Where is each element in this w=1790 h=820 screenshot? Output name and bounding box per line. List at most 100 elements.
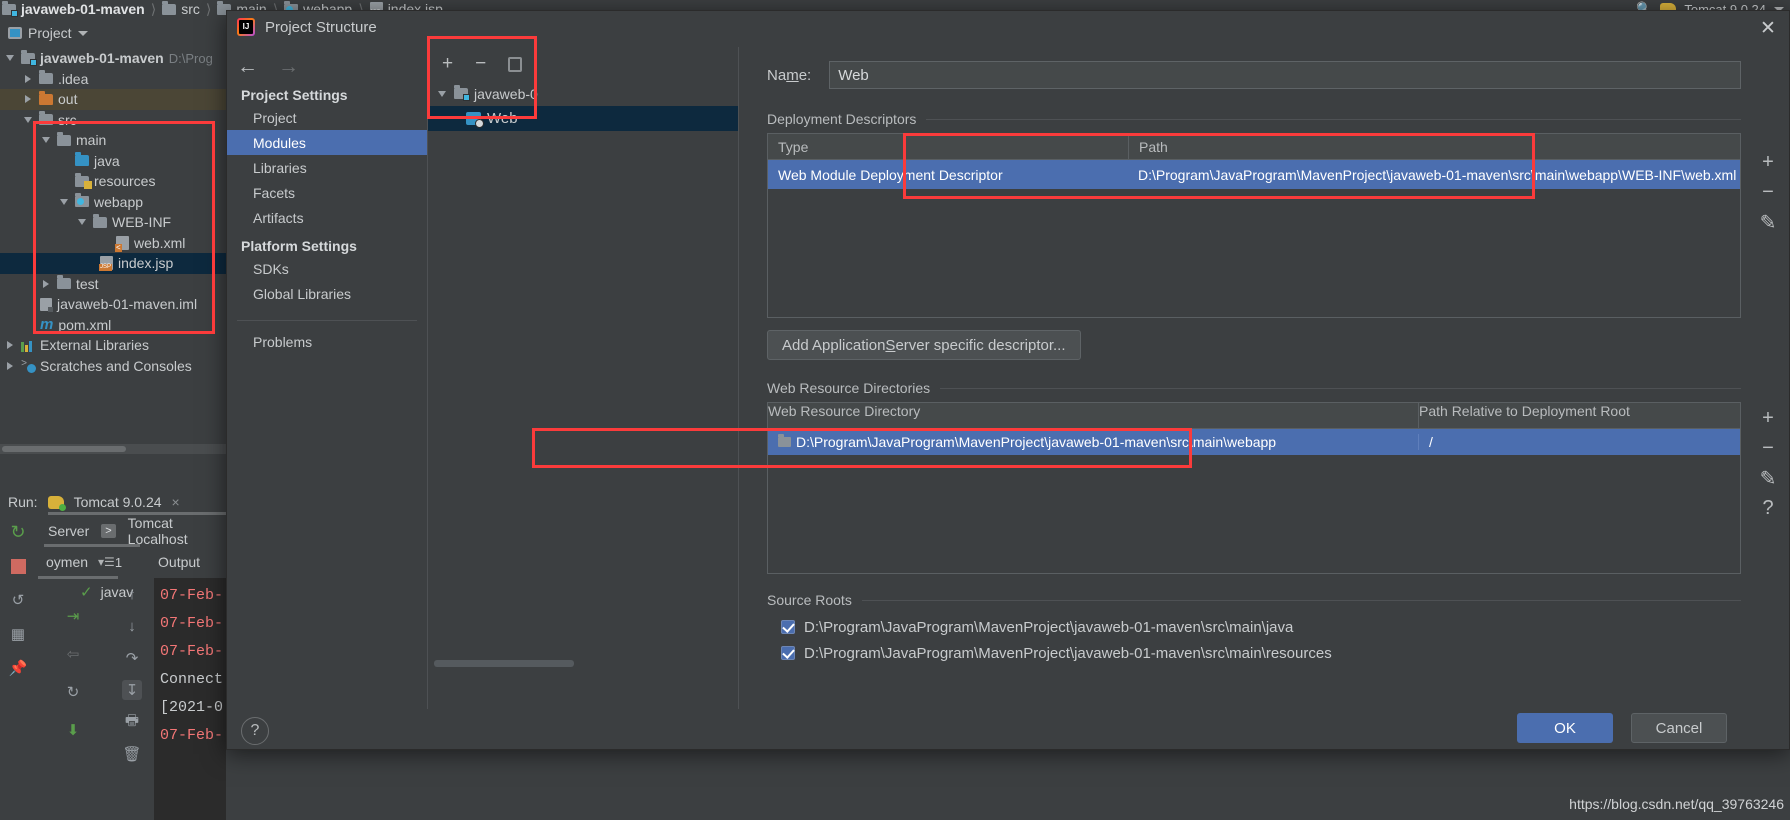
back-arrow-icon[interactable]: ← <box>237 55 258 79</box>
tree-row-webinf[interactable]: WEB-INF <box>0 212 226 233</box>
project-pane-header[interactable]: Project <box>0 18 226 48</box>
expand-arrow-icon[interactable] <box>4 341 16 350</box>
source-root-item[interactable]: D:\Program\JavaProgram\MavenProject\java… <box>767 640 1741 666</box>
deployment-descriptors-section-title: Deployment Descriptors <box>767 111 1741 127</box>
table-row[interactable]: Web Module Deployment Descriptor D:\Prog… <box>768 160 1740 189</box>
table-row[interactable]: D:\Program\JavaProgram\MavenProject\java… <box>768 429 1740 455</box>
add-web-resource-icon[interactable]: + <box>1755 403 1781 433</box>
help-button[interactable]: ? <box>241 717 269 745</box>
scroll-to-end-icon[interactable]: ↧ <box>122 680 142 700</box>
tab-server[interactable]: Server <box>48 523 89 539</box>
modules-tree-row-javaweb[interactable]: javaweb-0 <box>428 81 738 106</box>
help-web-resource-icon[interactable]: ? <box>1755 493 1781 523</box>
edit-descriptor-icon[interactable]: ✎ <box>1755 207 1781 237</box>
deploy-icon[interactable]: ⬇ <box>63 720 83 740</box>
tree-row-out[interactable]: out <box>0 89 226 110</box>
expand-arrow-icon[interactable] <box>22 116 34 123</box>
sidebar-item-artifacts[interactable]: Artifacts <box>227 205 427 230</box>
tree-row-iml[interactable]: javaweb-01-maven.iml <box>0 294 226 315</box>
cell-relative-path: / <box>1418 434 1740 450</box>
tab-tomcat-localhost[interactable]: Tomcat Localhost <box>128 515 226 547</box>
remove-web-resource-icon[interactable]: − <box>1755 433 1781 463</box>
tree-row-external-libraries[interactable]: External Libraries <box>0 335 226 356</box>
sidebar-item-problems[interactable]: Problems <box>227 329 427 354</box>
expand-arrow-icon[interactable] <box>58 198 70 205</box>
checkbox[interactable] <box>781 646 795 660</box>
breadcrumb-item-project[interactable]: javaweb-01-maven <box>2 0 145 17</box>
close-icon[interactable]: × <box>172 494 180 510</box>
modules-tree[interactable]: javaweb-0 Web <box>428 81 738 131</box>
expand-arrow-icon[interactable] <box>4 55 16 62</box>
run-tabs-row-2[interactable]: oymen ▾☰ 1 Output <box>36 546 226 578</box>
edit-web-resource-icon[interactable]: ✎ <box>1755 463 1781 493</box>
tree-label: java <box>94 152 120 169</box>
copy-module-icon[interactable] <box>506 55 523 72</box>
expand-arrow-icon[interactable] <box>436 90 448 97</box>
expand-arrow-icon[interactable] <box>22 74 34 83</box>
soft-wrap-icon[interactable]: ↷ <box>122 648 142 668</box>
remove-module-button[interactable]: − <box>475 53 486 75</box>
sidebar-item-facets[interactable]: Facets <box>227 180 427 205</box>
project-structure-dialog: Project Structure ✕ ← → Project Settings… <box>226 10 1790 750</box>
ok-button[interactable]: OK <box>1517 713 1613 743</box>
tree-row-pomxml[interactable]: m pom.xml <box>0 315 226 336</box>
expand-arrow-icon[interactable] <box>76 219 88 226</box>
deploy-all-icon[interactable]: ⇥ <box>63 606 83 626</box>
expand-arrow-icon[interactable] <box>40 137 52 144</box>
web-resource-directories-table[interactable]: Web Resource Directory Path Relative to … <box>767 402 1741 574</box>
sidebar-item-libraries[interactable]: Libraries <box>227 155 427 180</box>
add-descriptor-icon[interactable]: + <box>1755 147 1781 177</box>
console-output[interactable]: 07-Feb- 07-Feb- 07-Feb- Connect [2021-0 … <box>154 578 226 820</box>
modules-tree-scrollbar[interactable] <box>434 660 574 667</box>
checkbox[interactable] <box>781 620 795 634</box>
forward-arrow-icon[interactable]: → <box>278 55 299 79</box>
pin-icon[interactable]: 📌 <box>8 658 28 678</box>
tab-output[interactable]: Output <box>148 554 210 570</box>
project-view-icon <box>8 27 22 39</box>
sidebar-item-sdks[interactable]: SDKs <box>227 256 427 281</box>
add-module-button[interactable]: + <box>442 53 453 75</box>
cancel-button[interactable]: Cancel <box>1631 713 1727 743</box>
deployment-descriptors-table[interactable]: Type Path Web Module Deployment Descript… <box>767 133 1741 318</box>
run-tabs-row-1[interactable]: Server > Tomcat Localhost <box>36 515 226 547</box>
chevron-down-icon[interactable] <box>77 30 88 36</box>
name-input[interactable] <box>829 61 1741 89</box>
sidebar-item-global-libraries[interactable]: Global Libraries <box>227 281 427 306</box>
tree-row-scratches[interactable]: > Scratches and Consoles <box>0 356 226 377</box>
sidebar-item-project[interactable]: Project <box>227 105 427 130</box>
project-tree-scrollbar[interactable] <box>0 444 226 454</box>
tree-row-webapp[interactable]: webapp <box>0 192 226 213</box>
modules-tree-row-web[interactable]: Web <box>428 106 738 131</box>
expand-arrow-icon[interactable] <box>22 95 34 104</box>
layout-icon[interactable]: ▦ <box>8 624 28 644</box>
tree-row-javaweb-01-maven[interactable]: javaweb-01-maven D:\Prog <box>0 48 226 69</box>
arrow-down-icon[interactable]: ↓ <box>122 616 142 636</box>
expand-arrow-icon[interactable] <box>40 279 52 288</box>
tree-row-src[interactable]: src <box>0 110 226 131</box>
source-root-item[interactable]: D:\Program\JavaProgram\MavenProject\java… <box>767 614 1741 640</box>
tree-row-java[interactable]: java <box>0 151 226 172</box>
tree-row-test[interactable]: test <box>0 274 226 295</box>
project-tree[interactable]: javaweb-01-maven D:\Prog .idea out src m… <box>0 48 226 444</box>
close-icon[interactable]: ✕ <box>1759 19 1777 39</box>
tab-deployment[interactable]: oymen <box>36 554 98 570</box>
tree-row-webxml[interactable]: web.xml <box>0 233 226 254</box>
tree-row-resources[interactable]: resources <box>0 171 226 192</box>
restart-icon[interactable]: ↺ <box>8 590 28 610</box>
undeploy-icon[interactable]: ⇦ <box>63 644 83 664</box>
tree-row-idea[interactable]: .idea <box>0 69 226 90</box>
sidebar-item-modules[interactable]: Modules <box>227 130 427 155</box>
breadcrumb-item-src[interactable]: src <box>162 0 200 17</box>
arrow-up-icon[interactable]: ↑ <box>122 584 142 604</box>
print-icon[interactable]: 🖶 <box>122 712 142 732</box>
trash-icon[interactable]: 🗑 <box>122 744 142 764</box>
watermark: https://blog.csdn.net/qq_39763246 <box>1569 796 1784 812</box>
tree-row-main[interactable]: main <box>0 130 226 151</box>
rerun-icon[interactable]: ↻ <box>8 522 28 542</box>
redeploy-icon[interactable]: ↻ <box>63 682 83 702</box>
add-application-server-descriptor-button[interactable]: Add Application Server specific descript… <box>767 330 1081 360</box>
remove-descriptor-icon[interactable]: − <box>1755 177 1781 207</box>
expand-arrow-icon[interactable] <box>4 361 16 370</box>
tree-row-indexjsp[interactable]: index.jsp <box>0 253 226 274</box>
stop-icon[interactable] <box>8 556 28 576</box>
